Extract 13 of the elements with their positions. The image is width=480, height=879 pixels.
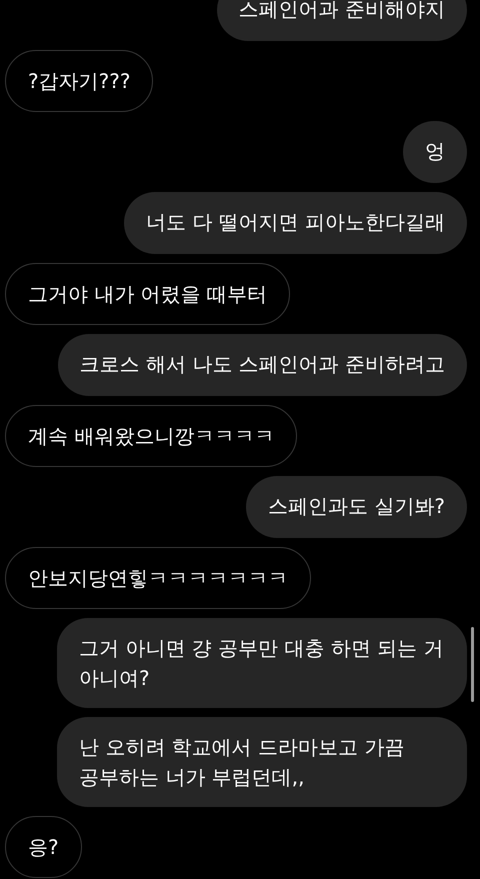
message-bubble: 안보지당연힣ㅋㅋㅋㅋㅋㅋㅋ xyxy=(5,547,311,609)
message-bubble: 계속 배워왔으니깡ㅋㅋㅋㅋ xyxy=(5,405,298,467)
message-bubble: 응? xyxy=(5,816,82,878)
message-bubble: 스페인과도 실기봐? xyxy=(246,476,467,538)
message-bubble: 그거 아니면 걍 공부만 대충 하면 되는 거 아니여? xyxy=(57,618,467,708)
message-bubble: 크로스 해서 나도 스페인어과 준비하려고 xyxy=(58,334,467,396)
message-bubble: 스페인어과 준비해야지 xyxy=(216,0,467,41)
message-bubble: 엉 xyxy=(403,121,467,183)
message-bubble: 너도 다 떨어지면 피아노한다길래 xyxy=(124,192,467,254)
message-bubble: 난 오히려 학교에서 드라마보고 가끔 공부하는 너가 부럽던데,, xyxy=(57,717,467,807)
scrollbar-thumb[interactable] xyxy=(471,627,474,702)
message-bubble: ?갑자기??? xyxy=(5,50,154,112)
message-bubble: 그거야 내가 어렸을 때부터 xyxy=(5,263,290,325)
